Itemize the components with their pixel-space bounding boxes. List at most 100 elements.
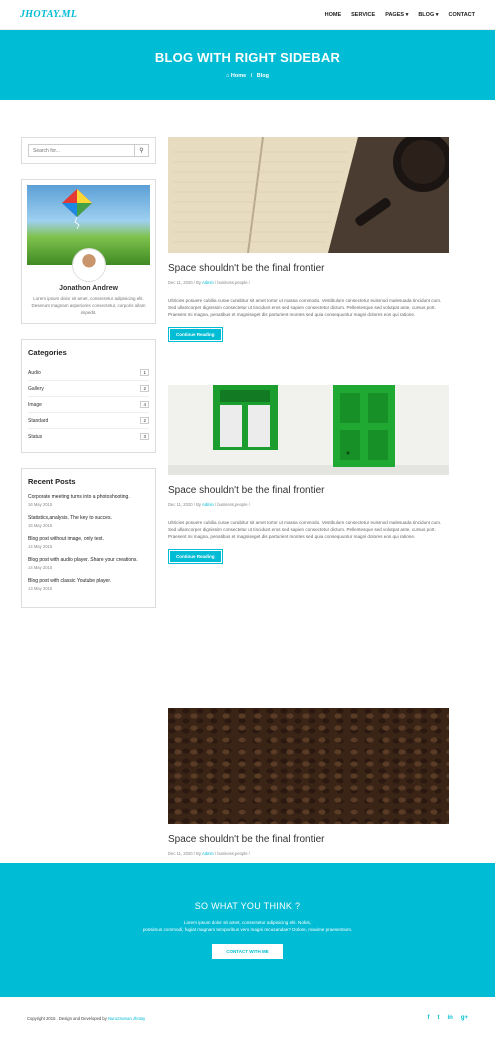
category-count: 2: [140, 417, 149, 425]
recent-posts-widget: Recent Posts Corporate meeting turns int…: [21, 468, 156, 609]
blog-post: Space shouldn't be the final frontier De…: [168, 385, 449, 565]
search-icon[interactable]: ⚲: [134, 145, 148, 156]
recent-post-date: 14 May 2015: [28, 544, 53, 550]
category-item[interactable]: Image 4: [28, 397, 149, 414]
coffee-beans-image[interactable]: [168, 708, 449, 824]
green-door-image: [168, 385, 449, 475]
menu-item-service[interactable]: SERVICE: [351, 12, 375, 18]
post-date: Dec 11, 2020: [168, 280, 193, 285]
recent-post-item[interactable]: Corporate meeting turns into a photoshoo…: [28, 494, 149, 507]
google-plus-icon[interactable]: g+: [461, 1015, 468, 1021]
recent-post-title[interactable]: Blog post with classic Youtube player.: [28, 578, 149, 585]
page-title: BLOG WITH RIGHT SIDEBAR: [154, 50, 341, 65]
post-category[interactable]: business,people: [217, 851, 247, 856]
copyright-text: Copyright 2015 . Design and Developed by: [27, 1015, 107, 1021]
category-count: 4: [140, 401, 149, 409]
recent-post-item[interactable]: Blog post without image, only text. 14 Ma…: [28, 536, 149, 549]
post-author[interactable]: Admin: [202, 502, 214, 507]
search-input[interactable]: [29, 145, 134, 156]
cta-title: SO WHAT YOU THINK ?: [194, 901, 301, 911]
meta-sep: /: [248, 280, 250, 285]
recent-post-title[interactable]: Statistics,analysis. The key to succes.: [28, 515, 149, 522]
meta-sep: /: [248, 851, 250, 856]
profile-cover-image: [27, 185, 150, 281]
post-image[interactable]: [168, 385, 449, 475]
meta-sep: /: [214, 851, 217, 856]
meta-sep: /: [214, 280, 217, 285]
post-title[interactable]: Space shouldn't be the final frontier: [168, 834, 449, 845]
footer-author-link[interactable]: Nuruzzaman Jhotay: [108, 1016, 145, 1021]
breadcrumb-home[interactable]: ⌂ Home: [226, 73, 246, 79]
top-navbar: JHOTAY.ML HOME SERVICE PAGES ▾ BLOG ▾ CO…: [0, 0, 495, 30]
category-label: Standard: [28, 417, 49, 424]
page-banner: BLOG WITH RIGHT SIDEBAR ⌂ Home / Blog: [0, 30, 495, 100]
categories-widget: Categories Audio 1 Gallery 2 Image 4 Standa…: [21, 339, 156, 454]
menu-item-contact[interactable]: CONTACT: [449, 12, 475, 18]
post-meta: Dec 11, 2020 / By Admin / business,peopl…: [168, 851, 449, 856]
facebook-icon[interactable]: f: [427, 1015, 429, 1021]
meta-by: / By: [193, 280, 201, 285]
post-author[interactable]: Admin: [202, 851, 214, 856]
recent-post-title[interactable]: Blog post without image, only text.: [28, 536, 149, 543]
twitter-icon[interactable]: t: [437, 1015, 439, 1021]
contact-button[interactable]: CONTACT WITH ME: [212, 943, 283, 959]
sidebar: ⚲ Jonathon Andrew Lorem ipsum dolor sit …: [21, 137, 156, 623]
category-count: 2: [140, 385, 149, 393]
category-label: Audio: [28, 369, 41, 376]
category-label: Status: [28, 433, 43, 440]
breadcrumb-current: Blog: [256, 73, 269, 79]
post-title[interactable]: Space shouldn't be the final frontier: [168, 263, 449, 274]
recent-post-item[interactable]: Blog post with classic Youtube player. 13…: [28, 578, 149, 591]
category-count: 3: [140, 433, 149, 441]
post-date: Dec 11, 2020: [168, 502, 193, 507]
main-area: ⚲ Jonathon Andrew Lorem ipsum dolor sit …: [0, 100, 495, 914]
linkedin-icon[interactable]: in: [447, 1015, 452, 1021]
category-item[interactable]: Status 3: [28, 429, 149, 444]
cta-text-line2: possimus commodi, fugiat magnam temporib…: [142, 926, 353, 932]
categories-title: Categories: [28, 348, 67, 358]
post-image[interactable]: [168, 137, 449, 253]
category-item[interactable]: Audio 1: [28, 365, 149, 382]
category-item[interactable]: Gallery 2: [28, 381, 149, 398]
meta-sep: /: [214, 502, 217, 507]
post-category[interactable]: business,people: [217, 280, 247, 285]
recent-post-date: 14 May 2015: [28, 565, 53, 571]
blog-post: Space shouldn't be the final frontier De…: [168, 137, 449, 343]
contact-cta-section: SO WHAT YOU THINK ? Lorem ipsum dolor si…: [0, 863, 495, 997]
category-count: 1: [140, 369, 149, 377]
post-category[interactable]: business,people: [217, 502, 247, 507]
post-excerpt: Ultricies posuere cubilia curae curabitu…: [168, 520, 442, 540]
recent-posts-title: Recent Posts: [28, 477, 76, 487]
post-author[interactable]: Admin: [202, 280, 214, 285]
menu-item-pages[interactable]: PAGES ▾: [385, 12, 408, 18]
search-bar: ⚲: [28, 144, 149, 157]
site-logo[interactable]: JHOTAY.ML: [20, 9, 77, 20]
continue-reading-button[interactable]: Continue Reading: [168, 549, 223, 565]
cta-text: Lorem ipsum dolor sit amet, consectetur …: [0, 920, 495, 934]
recent-post-item[interactable]: Statistics,analysis. The key to succes. 1…: [28, 515, 149, 528]
breadcrumb-separator: /: [250, 73, 253, 79]
recent-post-title[interactable]: Corporate meeting turns into a photoshoo…: [28, 494, 149, 501]
post-meta: Dec 11, 2020 / By Admin / business,peopl…: [168, 502, 449, 507]
recent-post-date: 16 May 2015: [28, 502, 53, 508]
notebook-image: [168, 137, 449, 253]
category-item[interactable]: Standard 2: [28, 413, 149, 430]
recent-post-date: 13 May 2015: [28, 586, 53, 592]
menu-item-blog[interactable]: BLOG ▾: [418, 12, 438, 18]
profile-name: Jonathon Andrew: [59, 285, 118, 292]
search-widget: ⚲: [21, 137, 156, 164]
post-title[interactable]: Space shouldn't be the final frontier: [168, 485, 449, 496]
kite-icon: [62, 189, 92, 229]
post-excerpt: Ultricies posuere cubilia curae curabitu…: [168, 298, 442, 318]
recent-post-title[interactable]: Blog post with audio player. Share your …: [28, 557, 149, 564]
menu-item-home[interactable]: HOME: [325, 12, 342, 18]
continue-reading-button[interactable]: Continue Reading: [168, 327, 223, 343]
cta-text-line1: Lorem ipsum dolor sit amet, consectetur …: [183, 920, 312, 925]
breadcrumb: ⌂ Home / Blog: [0, 73, 495, 79]
social-links: f t in g+: [427, 1015, 468, 1021]
footer-bar: Copyright 2015 . Design and Developed by…: [0, 997, 495, 1039]
category-label: Gallery: [28, 385, 44, 392]
recent-post-item[interactable]: Blog post with audio player. Share your …: [28, 557, 149, 570]
post-date: Dec 11, 2020: [168, 851, 193, 856]
meta-sep: /: [248, 502, 250, 507]
